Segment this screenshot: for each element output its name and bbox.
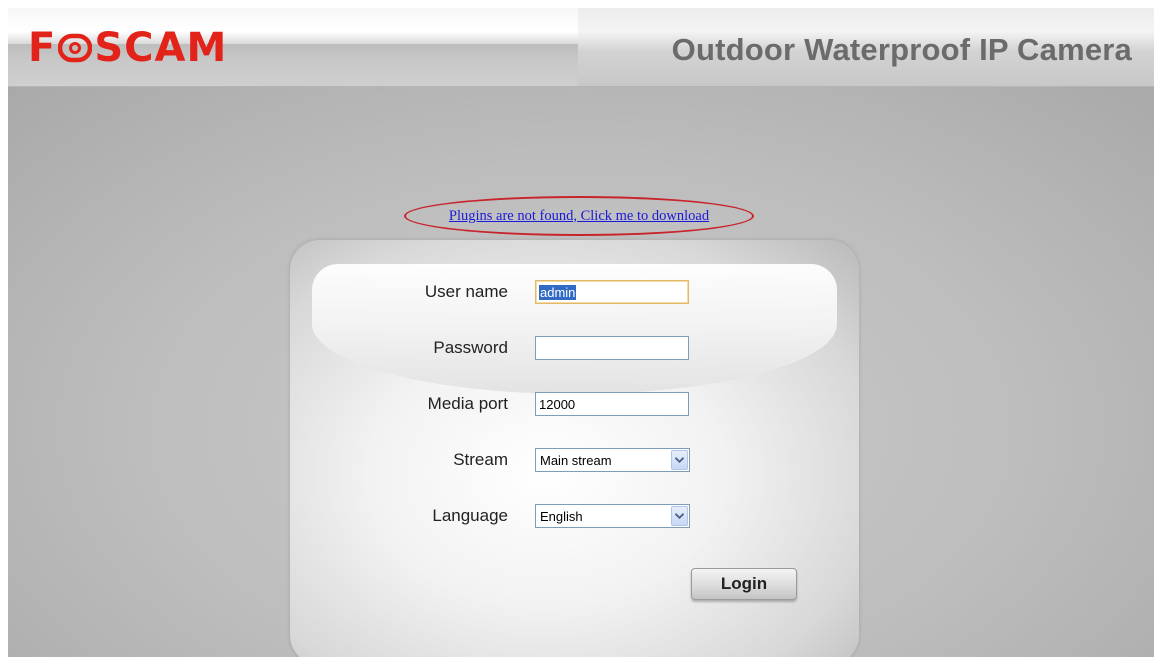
foscam-o-logo-icon bbox=[58, 33, 93, 63]
logo-text-right: SCAM bbox=[94, 25, 228, 71]
login-button[interactable]: Login bbox=[691, 568, 797, 600]
logo-text-left: F bbox=[28, 25, 57, 71]
chevron-down-icon[interactable] bbox=[671, 450, 688, 470]
stream-selected-value: Main stream bbox=[540, 452, 612, 468]
login-card: User name admin Password Media port Stre… bbox=[290, 240, 859, 657]
stream-label: Stream bbox=[453, 450, 508, 469]
plugin-download-link[interactable]: Plugins are not found, Click me to downl… bbox=[449, 208, 709, 225]
page-title: Outdoor Waterproof IP Camera bbox=[671, 32, 1132, 67]
language-label: Language bbox=[432, 506, 508, 525]
stream-row: Stream Main stream bbox=[290, 448, 859, 474]
media-port-row: Media port bbox=[290, 392, 859, 418]
foscam-logo: F SCAM bbox=[28, 25, 228, 71]
media-port-label: Media port bbox=[427, 394, 508, 413]
username-label: User name bbox=[424, 282, 508, 301]
header: F SCAM Outdoor Waterproof IP Camera bbox=[8, 8, 1154, 87]
username-row: User name admin bbox=[290, 280, 859, 306]
language-selected-value: English bbox=[540, 508, 583, 524]
language-row: Language English bbox=[290, 504, 859, 530]
language-select[interactable]: English bbox=[535, 504, 690, 528]
chevron-down-icon[interactable] bbox=[671, 506, 688, 526]
password-row: Password bbox=[290, 336, 859, 362]
plugin-notice-highlight: Plugins are not found, Click me to downl… bbox=[404, 196, 754, 236]
username-input[interactable]: admin bbox=[535, 280, 689, 304]
media-port-input[interactable] bbox=[535, 392, 689, 416]
foscam-login-page: F SCAM Outdoor Waterproof IP Camera Plug… bbox=[0, 0, 1154, 657]
password-input[interactable] bbox=[535, 336, 689, 360]
username-value: admin bbox=[539, 284, 577, 300]
stream-select[interactable]: Main stream bbox=[535, 448, 690, 472]
password-label: Password bbox=[433, 338, 508, 357]
